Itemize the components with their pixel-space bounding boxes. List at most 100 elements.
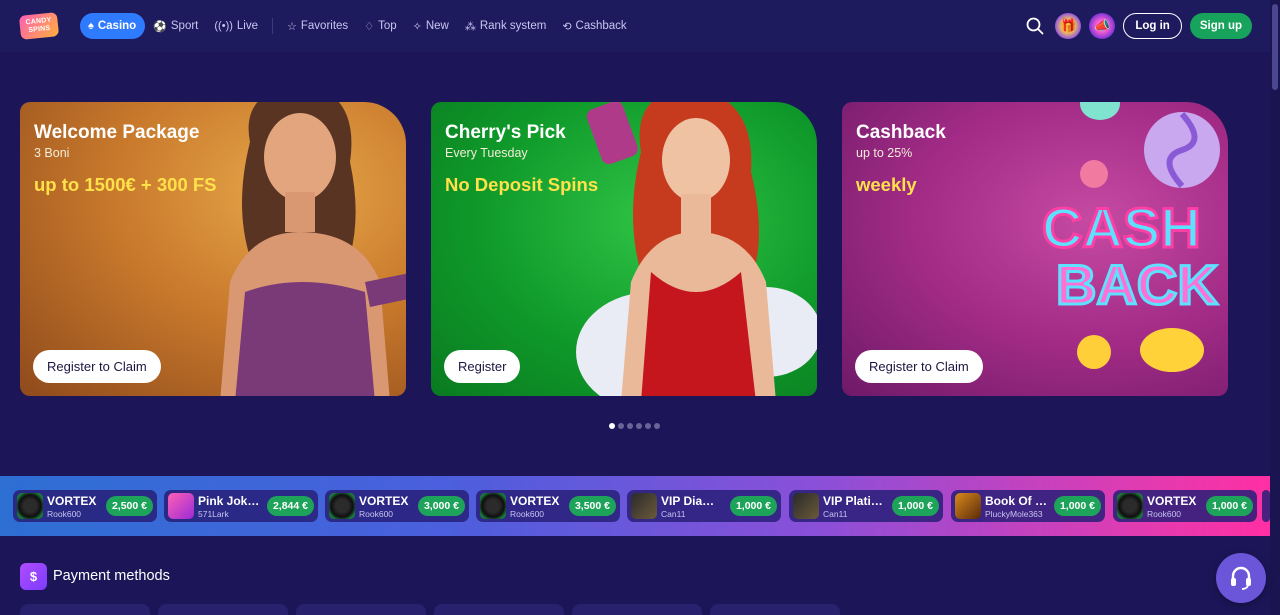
- cashback-icon: ⟲: [562, 20, 572, 33]
- game-thumbnail: [329, 493, 355, 519]
- win-username: Rook600: [510, 509, 545, 519]
- payment-method-card[interactable]: [710, 604, 840, 615]
- win-amount: 2,500 €: [105, 496, 153, 516]
- nav-cashback[interactable]: ⟲ Cashback: [554, 13, 634, 39]
- candy-spins-logo[interactable]: CANDY SPINS: [18, 12, 60, 40]
- header-actions: 🎁 📣 Log in Sign up: [1021, 12, 1252, 40]
- win-game-name: VORTEX: [510, 494, 560, 508]
- nav-live[interactable]: ((•)) Live: [206, 13, 266, 39]
- win-card[interactable]: VORTEX Rook600 3,500 €: [476, 490, 620, 522]
- support-chat-button[interactable]: [1216, 553, 1266, 603]
- win-game-name: VIP Plati…: [823, 494, 883, 508]
- win-card[interactable]: VORTEX Rook600 1,000 €: [1113, 490, 1257, 522]
- banner-title: Cherry's Pick: [445, 122, 566, 143]
- payment-methods-icon: $: [20, 563, 47, 590]
- register-button[interactable]: Register: [444, 350, 521, 383]
- win-username: Rook600: [359, 509, 394, 519]
- nav-casino[interactable]: ♠ Casino: [80, 13, 146, 39]
- banner-title: Welcome Package: [34, 122, 200, 143]
- game-thumbnail: [955, 493, 981, 519]
- win-username: Rook600: [47, 509, 82, 519]
- top-header: CANDY SPINS ♠ Casino ⚽ Sport ((•)) Live …: [0, 0, 1270, 52]
- win-game-name: Book Of …: [985, 494, 1047, 508]
- payment-methods-title: Payment methods: [53, 568, 170, 584]
- main-nav: ♠ Casino ⚽ Sport ((•)) Live ☆ Favorites …: [80, 13, 635, 39]
- payment-method-card[interactable]: [20, 604, 150, 615]
- win-card[interactable]: VIP Plati… Can11 1,000 €: [789, 490, 943, 522]
- carousel-dot[interactable]: [636, 423, 642, 429]
- banner-title: Cashback: [856, 122, 946, 143]
- win-username: Can11: [823, 509, 848, 519]
- login-button[interactable]: Log in: [1123, 13, 1182, 39]
- page-scrollbar[interactable]: [1270, 0, 1280, 615]
- nav-divider: [272, 18, 274, 34]
- headset-icon: [1231, 566, 1251, 590]
- back-art-text: BACK: [1056, 253, 1218, 316]
- carousel-dot[interactable]: [618, 423, 624, 429]
- nav-top[interactable]: ♢ Top: [356, 13, 404, 39]
- game-thumbnail: [1117, 493, 1143, 519]
- carousel-dot[interactable]: [654, 423, 660, 429]
- win-amount: 1,000 €: [891, 496, 939, 516]
- win-game-name: Pink Jok…: [198, 494, 260, 508]
- win-game-name: VIP Diam…: [661, 494, 723, 508]
- game-thumbnail: [17, 493, 43, 519]
- rank-icon: ⁂: [464, 20, 476, 33]
- win-username: 571Lark: [198, 509, 229, 519]
- search-icon[interactable]: [1021, 12, 1049, 40]
- welcome-package-banner[interactable]: Welcome Package 3 Boni up to 1500€ + 300…: [20, 102, 406, 396]
- win-amount: 3,000 €: [417, 496, 465, 516]
- win-card[interactable]: Pink Jok… 571Lark 2,844 €: [164, 490, 318, 522]
- signup-button[interactable]: Sign up: [1189, 13, 1252, 39]
- carousel-dot[interactable]: [609, 423, 615, 429]
- win-amount: 1,000 €: [1205, 496, 1253, 516]
- win-card[interactable]: VIP Diam… Can11 1,000 €: [627, 490, 781, 522]
- gift-icon[interactable]: 🎁: [1055, 13, 1082, 39]
- register-to-claim-button[interactable]: Register to Claim: [33, 350, 161, 383]
- nav-rank-system[interactable]: ⁂ Rank system: [457, 13, 554, 39]
- banner-subtitle: Every Tuesday: [445, 146, 528, 160]
- game-thumbnail: [480, 493, 506, 519]
- woman-illustration: [576, 102, 817, 396]
- star-icon: ☆: [287, 20, 297, 33]
- win-card-partial[interactable]: [1262, 490, 1270, 522]
- win-username: Rook600: [1147, 509, 1182, 519]
- banner-offer: No Deposit Spins: [445, 174, 599, 195]
- win-game-name: VORTEX: [359, 494, 409, 508]
- win-card[interactable]: VORTEX Rook600 2,500 €: [13, 490, 157, 522]
- win-game-name: VORTEX: [47, 494, 97, 508]
- banner-offer: up to 1500€ + 300 FS: [34, 174, 217, 195]
- payment-method-card[interactable]: [296, 604, 426, 615]
- win-card[interactable]: VORTEX Rook600 3,000 €: [325, 490, 469, 522]
- megaphone-icon[interactable]: 📣: [1089, 13, 1116, 39]
- payment-method-card[interactable]: [158, 604, 288, 615]
- cash-art-text: CASH: [1042, 196, 1201, 259]
- woman-illustration: [220, 102, 406, 396]
- win-game-name: VORTEX: [1147, 494, 1197, 508]
- banner-offer: weekly: [856, 174, 917, 195]
- live-icon: ((•)): [214, 20, 233, 32]
- banner-subtitle: up to 25%: [856, 146, 913, 160]
- sparkle-icon: ✧: [412, 20, 422, 33]
- nav-new[interactable]: ✧ New: [405, 13, 457, 39]
- carousel-dot[interactable]: [627, 423, 633, 429]
- carousel-dot[interactable]: [645, 423, 651, 429]
- win-amount: 1,000 €: [1053, 496, 1101, 516]
- game-thumbnail: [631, 493, 657, 519]
- cherrys-pick-banner[interactable]: Cherry's Pick Every Tuesday No Deposit S…: [431, 102, 817, 396]
- win-username: PluckyMole363: [985, 509, 1043, 519]
- payment-method-card[interactable]: [572, 604, 702, 615]
- game-thumbnail: [793, 493, 819, 519]
- flame-icon: ♢: [364, 20, 375, 33]
- nav-favorites[interactable]: ☆ Favorites: [279, 13, 356, 39]
- cashback-banner[interactable]: CASH BACK Cashback up to 25% weekly Regi…: [842, 102, 1228, 396]
- carousel-dots: [609, 423, 663, 429]
- win-amount: 3,500 €: [568, 496, 616, 516]
- nav-sport[interactable]: ⚽ Sport: [145, 13, 206, 39]
- register-to-claim-button[interactable]: Register to Claim: [855, 350, 983, 383]
- win-amount: 1,000 €: [729, 496, 777, 516]
- payment-method-card[interactable]: [434, 604, 564, 615]
- win-username: Can11: [661, 509, 686, 519]
- recent-wins-ticker: VORTEX Rook600 2,500 € Pink Jok… 571Lark…: [0, 476, 1270, 536]
- win-card[interactable]: Book Of … PluckyMole363 1,000 €: [951, 490, 1105, 522]
